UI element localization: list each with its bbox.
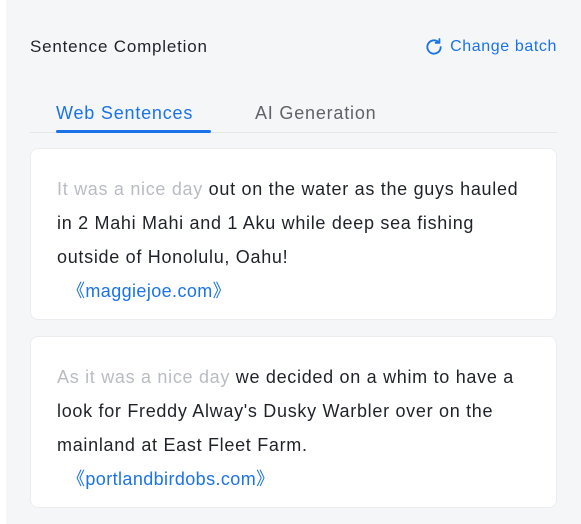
active-tab-indicator [56,130,211,133]
panel-title: Sentence Completion [30,37,208,56]
tab-web-sentences[interactable]: Web Sentences [56,103,193,124]
sentence-card: As it was a nice day we decided on a whi… [30,336,557,508]
sentence-text: As it was a nice day we decided on a whi… [57,360,530,496]
source-link[interactable]: 《portlandbirdobs.com》 [67,462,275,496]
sentence-prefix: It was a nice day [57,179,203,199]
sentence-card: It was a nice day out on the water as th… [30,148,557,320]
panel-header: Sentence Completion Change batch [30,37,581,59]
tab-bar: Web Sentences AI Generation [30,100,557,133]
sentence-completion-panel: Sentence Completion Change batch Web Sen… [6,0,581,524]
sentence-text: It was a nice day out on the water as th… [57,172,530,308]
refresh-icon [424,37,444,57]
tab-ai-generation[interactable]: AI Generation [255,103,376,124]
change-batch-label: Change batch [450,38,557,55]
change-batch-button[interactable]: Change batch [424,37,557,57]
source-link[interactable]: 《maggiejoe.com》 [67,274,231,308]
sentence-prefix: As it was a nice day [57,367,231,387]
